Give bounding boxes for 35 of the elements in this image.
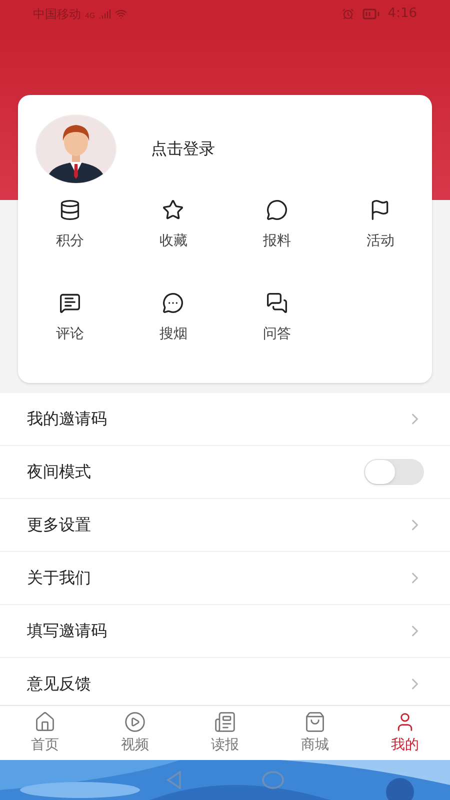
toggle-switch[interactable] [364, 459, 424, 485]
home-button-icon[interactable] [262, 771, 284, 789]
nav-tab[interactable]: 商城 [270, 706, 360, 760]
login-link[interactable]: 点击登录 [151, 137, 215, 161]
nav-tab[interactable]: 首页 [0, 706, 90, 760]
chat-bubble-icon [162, 292, 184, 314]
newspaper-icon [214, 710, 236, 732]
shortcut-button[interactable]: 搜烟 [122, 292, 225, 345]
settings-row[interactable]: 填写邀请码 [0, 605, 450, 658]
shortcut-button[interactable]: 问答 [225, 292, 328, 345]
alarm-icon [342, 8, 354, 20]
carrier-text: 中国移动 [33, 6, 81, 23]
database-icon [58, 199, 81, 221]
settings-row[interactable]: 我的邀请码 [0, 393, 450, 446]
time-text: 4:16 [388, 5, 417, 24]
shortcut-button[interactable]: 收藏 [122, 199, 225, 252]
bag-icon [304, 710, 326, 732]
settings-row[interactable]: 关于我们 [0, 552, 450, 605]
settings-row[interactable]: 夜间模式 [0, 446, 450, 499]
chat-bubbles-icon [266, 292, 288, 314]
nav-tab[interactable]: 读报 [180, 706, 270, 760]
avatar-icon [35, 114, 117, 184]
home-icon [34, 710, 56, 732]
play-icon [124, 710, 146, 732]
comment-icon [58, 292, 81, 314]
nav-tab[interactable]: 我的 [360, 706, 450, 760]
star-icon [162, 199, 184, 221]
shortcut-button[interactable]: 报料 [225, 199, 328, 252]
nav-tab[interactable]: 视频 [90, 706, 180, 760]
back-icon[interactable] [166, 771, 182, 789]
shortcut-button[interactable]: 活动 [328, 199, 432, 252]
shortcut-button[interactable]: 评论 [18, 292, 122, 345]
chat-bubble-icon [266, 199, 288, 221]
shortcut-button[interactable]: 积分 [18, 199, 122, 252]
settings-row[interactable]: 更多设置 [0, 499, 450, 552]
